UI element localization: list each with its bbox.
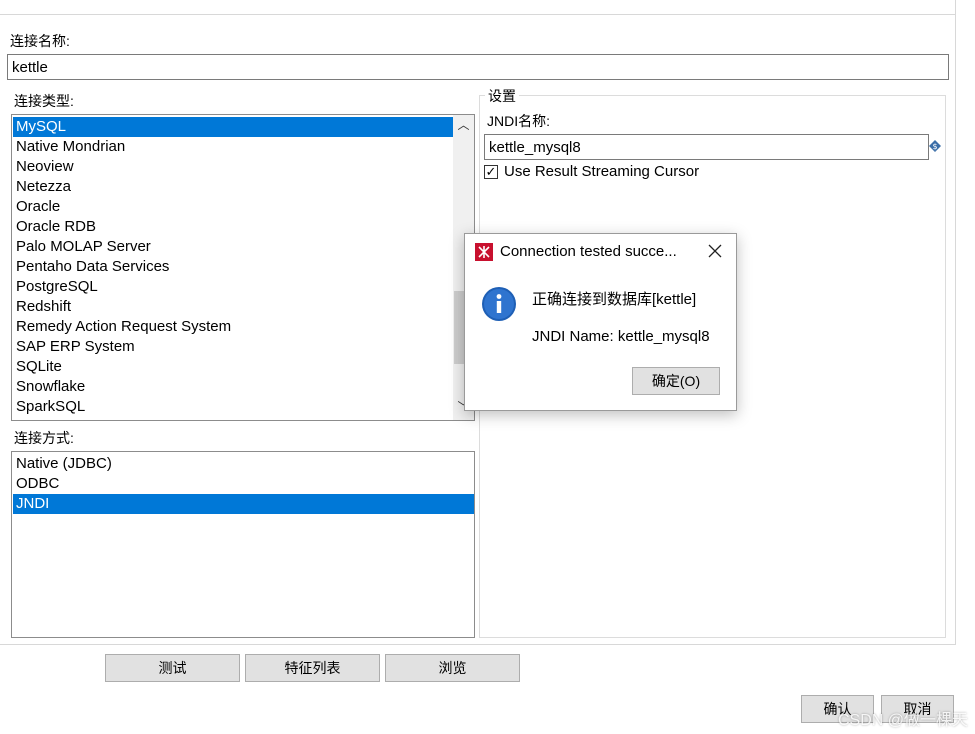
- connection-type-item[interactable]: Netezza: [13, 177, 453, 197]
- dialog-detail: JNDI Name: kettle_mysql8: [532, 328, 710, 345]
- svg-text:$: $: [932, 142, 937, 151]
- connection-type-item[interactable]: Snowflake: [13, 377, 453, 397]
- connection-name-label: 连接名称:: [10, 33, 70, 49]
- connection-type-item[interactable]: Oracle RDB: [13, 217, 453, 237]
- connection-type-item[interactable]: Remedy Action Request System: [13, 317, 453, 337]
- window-right-edge: [955, 0, 956, 644]
- connection-type-item[interactable]: Pentaho Data Services: [13, 257, 453, 277]
- connection-type-item[interactable]: SparkSQL: [13, 397, 453, 417]
- access-item[interactable]: ODBC: [13, 474, 474, 494]
- settings-title: 设置: [485, 86, 519, 106]
- connection-type-items: MySQL Native Mondrian Neoview Netezza Oracle…: [13, 117, 453, 417]
- window-bottom-edge: [0, 644, 956, 645]
- connection-type-item[interactable]: MySQL: [13, 117, 453, 137]
- connection-type-item[interactable]: Palo MOLAP Server: [13, 237, 453, 257]
- connection-type-item[interactable]: SAP ERP System: [13, 337, 453, 357]
- streaming-checkbox[interactable]: ✓: [484, 165, 498, 179]
- info-icon: [481, 286, 517, 322]
- access-item[interactable]: JNDI: [13, 494, 474, 514]
- streaming-label: Use Result Streaming Cursor: [504, 163, 700, 180]
- app-icon: [475, 243, 493, 261]
- access-item[interactable]: Native (JDBC): [13, 454, 474, 474]
- connection-name-input[interactable]: kettle: [7, 54, 949, 80]
- connection-type-item[interactable]: Neoview: [13, 157, 453, 177]
- connection-type-list[interactable]: MySQL Native Mondrian Neoview Netezza Oracle…: [11, 114, 475, 421]
- connection-type-item[interactable]: Native Mondrian: [13, 137, 453, 157]
- access-list[interactable]: Native (JDBC) ODBC JNDI: [11, 451, 475, 638]
- check-icon: ✓: [485, 164, 497, 179]
- connection-test-dialog: Connection tested succe... 正确连接到数据库[kett…: [464, 233, 737, 411]
- jndi-name-label: JNDI名称:: [487, 113, 550, 129]
- variable-diamond-icon[interactable]: $: [929, 139, 941, 152]
- access-label: 连接方式:: [14, 430, 74, 446]
- connection-type-item[interactable]: PostgreSQL: [13, 277, 453, 297]
- close-icon[interactable]: [705, 241, 725, 261]
- dialog-ok-button[interactable]: 确定(O): [632, 367, 720, 395]
- window-top-edge: [0, 0, 956, 15]
- dialog-message: 正确连接到数据库[kettle]: [532, 291, 697, 308]
- watermark: CSDN @做一棵天: [838, 712, 969, 729]
- connection-type-item[interactable]: Redshift: [13, 297, 453, 317]
- browse-button[interactable]: 浏览: [385, 654, 520, 682]
- feature-list-button[interactable]: 特征列表: [245, 654, 380, 682]
- test-button[interactable]: 测试: [105, 654, 240, 682]
- jndi-name-input[interactable]: kettle_mysql8: [484, 134, 929, 160]
- connection-type-item[interactable]: SQLite: [13, 357, 453, 377]
- dialog-title: Connection tested succe...: [500, 243, 677, 260]
- access-items: Native (JDBC) ODBC JNDI: [13, 454, 474, 514]
- connection-type-label: 连接类型:: [14, 93, 74, 109]
- scroll-up-icon[interactable]: ︿: [457, 117, 470, 133]
- connection-type-item[interactable]: Oracle: [13, 197, 453, 217]
